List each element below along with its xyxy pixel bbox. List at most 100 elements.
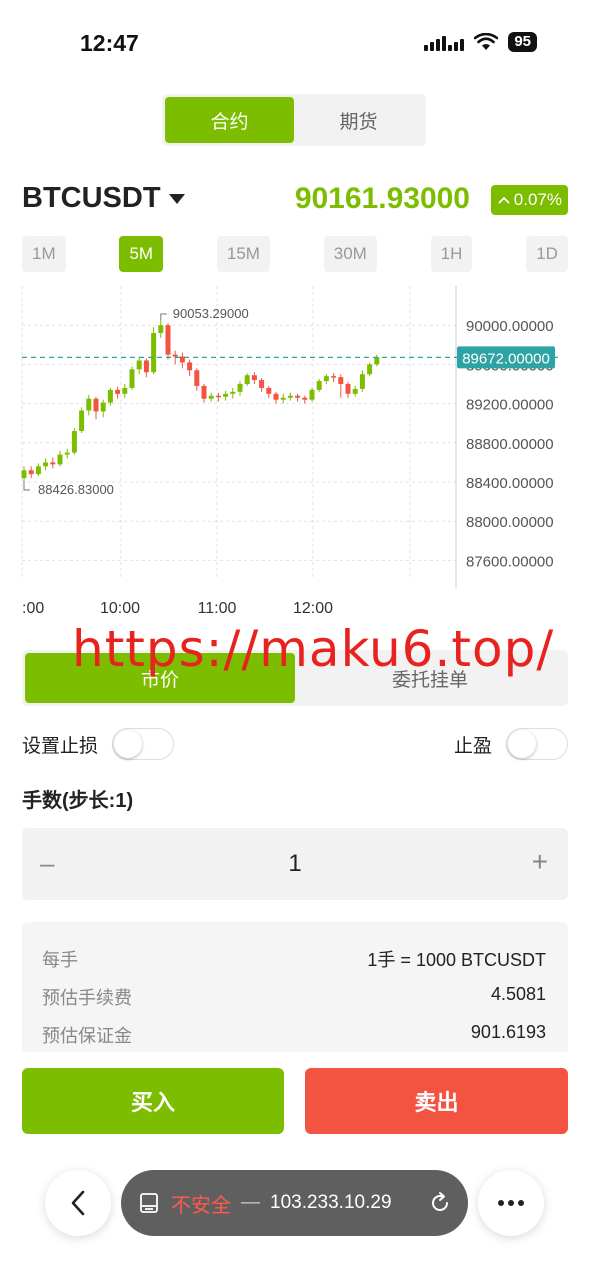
price-change-value: 0.07%	[513, 190, 562, 209]
candle-body	[345, 384, 351, 394]
wifi-icon	[474, 33, 499, 50]
last-price: 90161.93000	[294, 182, 470, 215]
quantity-stepper: – 1 +	[22, 828, 568, 900]
order-type-tabs: 市价 委托挂单	[22, 650, 568, 706]
quantity-label: 手数(步长:1)	[22, 790, 134, 812]
info-key: 预估手续费	[42, 988, 132, 1008]
sell-button[interactable]: 卖出	[305, 1068, 568, 1134]
interval-1d[interactable]: 1D	[526, 236, 568, 272]
candle-body	[107, 389, 113, 403]
chevron-up-icon	[498, 196, 510, 204]
candle-body	[280, 397, 286, 400]
candle-body	[136, 360, 142, 370]
candle-body	[352, 388, 358, 394]
status-icons: 95	[424, 32, 537, 52]
high-marker	[160, 313, 167, 321]
symbol-row: BTCUSDT 90161.93000 0.07%	[22, 180, 568, 222]
address-separator: —	[241, 1192, 260, 1213]
candle-body	[215, 395, 221, 398]
symbol-name: BTCUSDT	[22, 182, 161, 214]
info-key: 预估保证金	[42, 1026, 132, 1046]
candle-body	[151, 333, 157, 373]
candle-body	[251, 375, 257, 381]
candle-body	[158, 325, 164, 334]
status-time: 12:47	[80, 30, 139, 56]
y-tick-label: 87600.00000	[466, 553, 554, 570]
candle-body	[323, 376, 329, 382]
more-dots-icon	[498, 1200, 524, 1206]
more-button[interactable]	[478, 1170, 544, 1236]
trade-page: 12:47 95 合约 期货 BTCUSDT 90161.93000 0.07%	[0, 0, 589, 1280]
candle-body	[50, 462, 56, 465]
candle-body	[230, 391, 236, 394]
quantity-input[interactable]: 1	[22, 850, 568, 878]
trade-actions: 买入 卖出	[0, 1052, 589, 1152]
info-value: 901.6193	[470, 1022, 546, 1042]
interval-15m[interactable]: 15M	[216, 236, 270, 272]
battery-icon: 95	[508, 32, 537, 52]
low-price-label: 88426.83000	[38, 482, 114, 497]
candle-body	[237, 384, 243, 392]
low-marker	[23, 482, 30, 491]
candle-body	[244, 375, 250, 384]
y-tick-label: 88400.00000	[466, 475, 554, 492]
candle-body	[21, 470, 27, 479]
y-tick-label: 88000.00000	[466, 514, 554, 531]
x-tick-label: 12:00	[293, 600, 333, 617]
high-price-label: 90053.29000	[173, 306, 249, 321]
take-profit-row: 止盈	[454, 726, 568, 762]
cellular-signal-icon	[424, 33, 465, 51]
candle-body	[273, 393, 279, 400]
take-profit-label: 止盈	[453, 735, 492, 757]
interval-1m[interactable]: 1M	[22, 236, 66, 272]
candle-body	[28, 470, 34, 475]
x-tick-label: 10:00	[100, 600, 140, 617]
address-text: 103.233.10.29	[270, 1192, 392, 1213]
candle-body	[129, 369, 135, 388]
address-bar[interactable]: 不安全 — 103.233.10.29	[121, 1170, 468, 1236]
stop-loss-row: 设置止损	[22, 726, 175, 762]
candle-body	[295, 395, 301, 398]
info-key: 每手	[42, 950, 78, 970]
info-value: 1手 = 1000 BTCUSDT	[367, 950, 546, 970]
chevron-left-icon	[71, 1190, 85, 1216]
y-tick-label: 89200.00000	[466, 397, 554, 414]
x-tick-label: :00	[22, 600, 44, 617]
candlestick-chart[interactable]: 90000.0000089600.0000089200.0000088800.0…	[0, 280, 589, 620]
candle-body	[79, 410, 85, 432]
info-row-margin: 预估保证金 901.6193	[42, 1022, 546, 1048]
candle-body	[35, 466, 41, 475]
candle-body	[43, 462, 49, 467]
candle-body	[187, 362, 193, 371]
interval-1h[interactable]: 1H	[430, 236, 473, 272]
tab-market-order[interactable]: 市价	[25, 653, 295, 703]
info-value: 4.5081	[490, 984, 546, 1004]
tab-contract[interactable]: 合约	[165, 97, 294, 143]
candle-body	[57, 454, 63, 465]
insecure-warning: 不安全	[171, 1194, 231, 1217]
interval-30m[interactable]: 30M	[323, 236, 377, 272]
back-button[interactable]	[45, 1170, 111, 1236]
candle-body	[287, 395, 293, 398]
candle-body	[374, 357, 380, 365]
candle-body	[309, 389, 315, 400]
stop-loss-toggle[interactable]	[112, 728, 175, 760]
interval-5m[interactable]: 5M	[119, 236, 164, 272]
candle-body	[122, 387, 128, 394]
candle-body	[71, 431, 77, 453]
buy-button[interactable]: 买入	[22, 1068, 284, 1134]
candle-body	[208, 395, 214, 399]
tab-futures[interactable]: 期货	[294, 97, 423, 143]
symbol-selector[interactable]: BTCUSDT	[22, 182, 185, 215]
candle-body	[165, 325, 171, 355]
candle-body	[201, 385, 207, 399]
take-profit-toggle[interactable]	[506, 728, 568, 760]
status-bar: 12:47 95	[0, 0, 589, 88]
candle-body	[194, 370, 200, 386]
tab-limit-order[interactable]: 委托挂单	[295, 653, 565, 703]
interval-tabs: 1M 5M 15M 30M 1H 1D	[22, 236, 568, 272]
y-tick-label: 90000.00000	[466, 318, 554, 335]
reload-icon[interactable]	[428, 1191, 452, 1215]
candle-body	[367, 364, 373, 375]
quantity-increment-button[interactable]: +	[532, 846, 548, 878]
